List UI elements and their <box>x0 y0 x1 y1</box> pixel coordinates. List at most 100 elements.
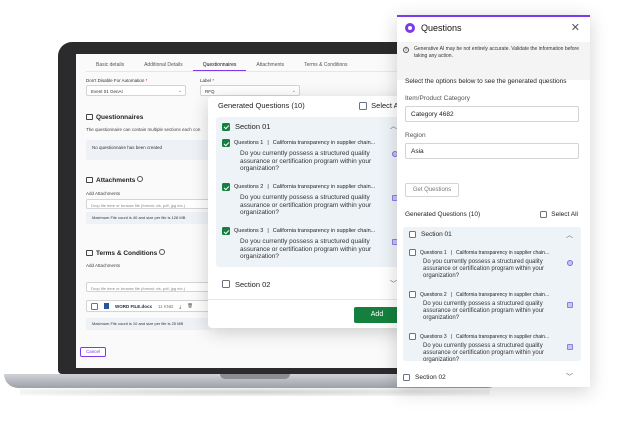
chevron-down-icon: ⌄ <box>177 88 182 94</box>
info-icon: i <box>403 47 409 53</box>
question-text: Do you currently possess a structured qu… <box>240 194 372 216</box>
section-02-header[interactable]: Section 02 ﹀ <box>403 370 581 384</box>
chevron-down-icon[interactable]: ﹀ <box>566 372 573 382</box>
category-label: Item/Product Category <box>405 95 471 102</box>
ai-disclaimer: i Generative AI may be not entirely accu… <box>397 42 590 80</box>
question-checkbox[interactable] <box>409 291 416 298</box>
close-icon[interactable]: ✕ <box>571 21 580 34</box>
region-label: Region <box>405 132 426 139</box>
question-text: Do you currently possess a structured qu… <box>423 259 545 279</box>
file-size: 11 KNB <box>158 303 174 309</box>
question-text: Do you currently possess a structured qu… <box>240 238 372 260</box>
download-icon[interactable]: ⤓ <box>179 304 181 309</box>
question-text: Do you currently possess a structured qu… <box>423 343 545 363</box>
laptop-notch <box>220 374 290 379</box>
questionnaire-empty-box: No questionnaire has been created <box>86 140 212 160</box>
accent-bar <box>397 15 590 17</box>
panel-header: Questions <box>405 23 462 33</box>
terms-drop-zone[interactable]: Drop file here or browse file (format: x… <box>86 282 212 292</box>
question-text: Do you currently possess a structured qu… <box>423 301 545 321</box>
info-icon <box>137 176 144 182</box>
info-icon <box>159 249 166 255</box>
edit-note-icon[interactable] <box>567 302 573 308</box>
select-all-checkbox[interactable] <box>540 211 548 218</box>
attachments-max-box: Maximum File count is 40 and size per fi… <box>86 212 212 224</box>
label-select[interactable]: RFQ ⌄ <box>200 85 300 96</box>
section-02-checkbox[interactable] <box>403 373 410 381</box>
terms-file-row: WORD FILE.docx 11 KNB ⤓ 🗑 <box>86 300 212 312</box>
tab-additional-details[interactable]: Additional Details <box>134 58 193 71</box>
get-questions-button[interactable]: Get Questions <box>405 183 459 197</box>
region-input[interactable]: Asia <box>405 143 579 159</box>
stage: Basic details Additional Details Questio… <box>0 0 624 429</box>
section-01-header[interactable]: Section 01 <box>222 122 270 131</box>
file-checkbox[interactable] <box>91 302 98 310</box>
generated-questions-title: Generated Questions (10) <box>218 101 305 110</box>
category-input[interactable]: Category 4682 <box>405 106 579 122</box>
dont-disable-value: Event 01 GenAI <box>91 88 123 94</box>
dont-disable-select[interactable]: Event 01 GenAI ⌄ <box>86 85 186 96</box>
section-01-panel: Section 01 ︿ Questions 1 | California tran… <box>216 117 404 267</box>
select-all[interactable]: Select All <box>540 211 578 218</box>
ai-logo-icon <box>405 23 415 33</box>
trash-icon[interactable]: 🗑 <box>187 303 193 309</box>
generated-questions-title: Generated Questions (10) <box>405 211 481 218</box>
question-checkbox[interactable] <box>409 249 416 256</box>
tab-attachments[interactable]: Attachments <box>246 58 294 71</box>
question-item: Questions 1 | California transparency in s… <box>409 249 577 280</box>
edit-note-icon[interactable] <box>567 344 573 350</box>
chevron-up-icon[interactable]: ︿ <box>390 121 397 131</box>
section-02-header[interactable]: Section 02 ﹀ <box>216 276 404 292</box>
question-item: Questions 3 | California transparency in s… <box>222 227 400 261</box>
questions-panel: Questions ✕ i Generative AI may be not e… <box>397 15 590 387</box>
word-file-icon <box>104 303 109 309</box>
terms-add-label: Add Attachments <box>86 263 121 268</box>
question-checkbox[interactable] <box>409 333 416 340</box>
chevron-down-icon: ⌄ <box>291 88 296 94</box>
question-item: Questions 2 | California transparency in s… <box>409 291 577 322</box>
section-01-checkbox[interactable] <box>409 231 416 238</box>
add-button[interactable]: Add <box>354 307 400 323</box>
laptop-shadow <box>20 388 490 396</box>
tab-bar: Basic details Additional Details Questio… <box>86 58 438 72</box>
section-01-panel: Section 01 ︿ Questions 1 | California tran… <box>403 227 581 364</box>
question-checkbox[interactable] <box>222 183 230 191</box>
questionnaires-desc: The questionnaire can contain multiple s… <box>86 127 201 132</box>
question-item: Questions 1 | California transparency in s… <box>222 139 400 173</box>
panel-title: Questions <box>421 23 462 33</box>
divider <box>208 299 410 300</box>
tab-questionnaires[interactable]: Questionnaires <box>192 58 247 71</box>
file-name: WORD FILE.docx <box>115 303 152 309</box>
attachments-title: Attachments <box>86 176 144 184</box>
terms-max-box: Maximum File count is 10 and size per fi… <box>86 318 212 330</box>
cancel-button[interactable]: Cancel <box>80 347 106 357</box>
generated-questions-card: Generated Questions (10) Select All Sect… <box>208 96 410 328</box>
ai-spark-icon <box>567 260 573 266</box>
select-all[interactable]: Select All <box>359 101 402 110</box>
questionnaires-title: Questionnaires <box>86 114 143 121</box>
section-01-checkbox[interactable] <box>222 122 230 131</box>
document-icon <box>86 250 93 257</box>
question-checkbox[interactable] <box>222 227 230 235</box>
tab-basic-details[interactable]: Basic details <box>86 58 134 71</box>
section-02-checkbox[interactable] <box>222 280 230 288</box>
chevron-up-icon[interactable]: ︿ <box>566 230 573 240</box>
label-value: RFQ <box>205 88 215 94</box>
attachments-drop-zone[interactable]: Drop file here or browse file (format: x… <box>86 199 212 209</box>
document-icon <box>86 114 93 121</box>
tab-terms[interactable]: Terms & Conditions <box>294 58 357 71</box>
question-item: Questions 3 | California transparency in s… <box>409 333 577 364</box>
select-all-checkbox[interactable] <box>359 101 368 110</box>
question-checkbox[interactable] <box>222 139 230 147</box>
panel-subtitle: Select the options below to see the gene… <box>405 78 567 85</box>
terms-title: Terms & Conditions <box>86 249 166 257</box>
label-label: Label * <box>200 78 215 83</box>
question-item: Questions 2 | California transparency in s… <box>222 183 400 217</box>
section-01-header[interactable]: Section 01 <box>409 231 452 238</box>
questionnaire-empty-text: No questionnaire has been created <box>92 145 163 150</box>
dont-disable-label: Don't Disable For Automation * <box>86 78 148 83</box>
chevron-down-icon[interactable]: ﹀ <box>390 279 397 289</box>
paperclip-icon <box>86 177 93 184</box>
attachments-add-label: Add Attachments <box>86 191 121 196</box>
question-text: Do you currently possess a structured qu… <box>240 150 372 172</box>
